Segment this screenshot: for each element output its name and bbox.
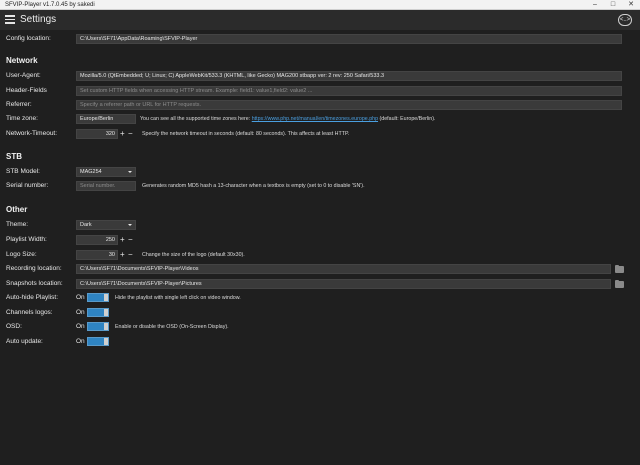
referrer-label: Referrer: [6, 101, 32, 108]
timezone-input[interactable]: Europe/Berlin [76, 114, 136, 124]
snapshots-location-label: Snapshots location: [6, 280, 63, 287]
stb-model-value: MAG254 [80, 169, 102, 175]
serial-number-label: Serial number: [6, 182, 49, 189]
auto-hide-playlist-toggle[interactable] [87, 293, 109, 302]
timezone-hint-text: You can see all the supported time zones… [140, 116, 251, 122]
logo-size-hint: Change the size of the logo (default 30x… [142, 252, 245, 258]
channels-logos-label: Channels logos: [6, 309, 53, 316]
network-timeout-minus-button[interactable]: − [128, 129, 133, 139]
channels-logos-state: On [76, 309, 85, 316]
minimize-icon[interactable]: – [586, 0, 604, 10]
config-location-field[interactable]: C:\Users\SF71\AppData\Roaming\SFVIP-Play… [76, 34, 622, 44]
stb-model-label: STB Model: [6, 168, 40, 175]
window-title: SFVIP-Player v1.7.0.45 by sakedi [5, 2, 95, 8]
chevron-down-icon [128, 171, 132, 173]
timezone-hint-default: (default: Europe/Berlin). [379, 116, 436, 122]
recording-folder-icon[interactable] [615, 264, 624, 273]
auto-update-state: On [76, 338, 85, 345]
theme-select[interactable]: Dark [76, 220, 136, 230]
window-titlebar: SFVIP-Player v1.7.0.45 by sakedi – □ ✕ [0, 0, 640, 10]
auto-hide-playlist-state: On [76, 294, 85, 301]
timezone-link[interactable]: https://www.php.net/manual/en/timezones.… [252, 116, 378, 122]
serial-number-input[interactable]: Serial number. [76, 181, 136, 191]
maximize-icon[interactable]: □ [604, 0, 622, 10]
settings-header: Settings <..> [0, 10, 640, 30]
playlist-width-plus-button[interactable]: + [120, 235, 125, 245]
hamburger-menu-icon[interactable] [5, 15, 15, 24]
logo-size-input[interactable]: 30 [76, 250, 118, 260]
window-controls: – □ ✕ [586, 0, 640, 10]
network-heading: Network [6, 56, 38, 65]
playlist-width-input[interactable]: 250 [76, 235, 118, 245]
osd-state: On [76, 323, 85, 330]
network-timeout-plus-button[interactable]: + [120, 129, 125, 139]
chevron-down-icon [128, 224, 132, 226]
user-agent-label: User-Agent: [6, 72, 41, 79]
header-fields-input[interactable]: Set custom HTTP fields when accessing HT… [76, 86, 622, 96]
auto-hide-playlist-hint: Hide the playlist with single left click… [115, 295, 241, 301]
user-agent-field[interactable]: Mozilla/5.0 (QtEmbedded; U; Linux; C) Ap… [76, 71, 622, 81]
theme-label: Theme: [6, 221, 29, 228]
osd-hint: Enable or disable the OSD (On-Screen Dis… [115, 324, 229, 330]
auto-hide-playlist-label: Auto-hide Playlist: [6, 294, 59, 301]
playlist-width-minus-button[interactable]: − [128, 235, 133, 245]
timezone-label: Time zone: [6, 115, 38, 122]
logo-size-plus-button[interactable]: + [120, 250, 125, 260]
channels-logos-toggle[interactable] [87, 308, 109, 317]
serial-number-hint: Generates random MD5 hash a 13-character… [142, 183, 365, 189]
snapshots-location-field[interactable]: C:\Users\SF71\Documents\SFVIP-Player\Pic… [76, 279, 611, 289]
osd-toggle[interactable] [87, 322, 109, 331]
logo-size-label: Logo Size: [6, 251, 37, 258]
recording-location-label: Recording location: [6, 265, 62, 272]
timezone-hint: You can see all the supported time zones… [140, 114, 435, 124]
config-location-label: Config location: [6, 35, 51, 42]
referrer-input[interactable]: Specify a referrer path or URL for HTTP … [76, 100, 622, 110]
network-timeout-label: Network-Timeout: [6, 130, 58, 137]
auto-update-toggle[interactable] [87, 337, 109, 346]
close-icon[interactable]: ✕ [622, 0, 640, 10]
snapshots-folder-icon[interactable] [615, 279, 624, 288]
stb-heading: STB [6, 152, 22, 161]
network-timeout-hint: Specify the network timeout in seconds (… [142, 131, 350, 137]
page-title: Settings [20, 14, 57, 25]
back-button[interactable]: <..> [618, 14, 632, 26]
stb-model-select[interactable]: MAG254 [76, 167, 136, 177]
network-timeout-input[interactable]: 320 [76, 129, 118, 139]
other-heading: Other [6, 205, 28, 214]
osd-label: OSD: [6, 323, 22, 330]
theme-value: Dark [80, 222, 92, 228]
recording-location-field[interactable]: C:\Users\SF71\Documents\SFVIP-Player\Vid… [76, 264, 611, 274]
header-fields-label: Header-Fields [6, 87, 47, 94]
auto-update-label: Auto update: [6, 338, 43, 345]
logo-size-minus-button[interactable]: − [128, 250, 133, 260]
playlist-width-label: Playlist Width: [6, 236, 47, 243]
